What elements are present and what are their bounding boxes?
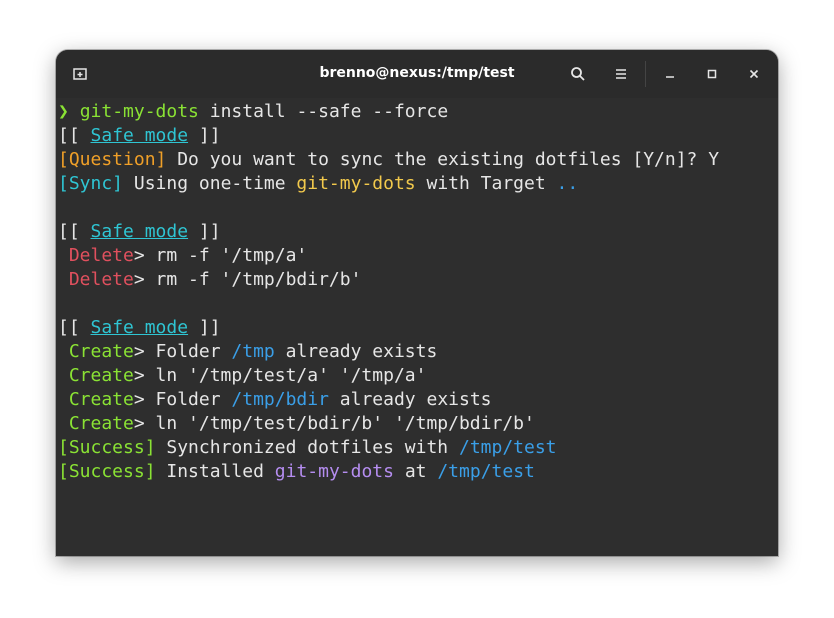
safe-mode-label: Safe mode <box>90 317 189 338</box>
command-args: install --safe --force <box>198 101 449 122</box>
bracket-close: ]] <box>188 125 221 146</box>
delete-line-1: Delete> rm -f '/tmp/a' <box>58 244 307 268</box>
bracket-open: [[ <box>58 317 91 338</box>
bracket-close: ]] <box>188 317 221 338</box>
command-line: ❯ git-my-dots install --safe --force <box>58 100 448 124</box>
question-text: Do you want to sync the existing dotfile… <box>166 149 720 170</box>
success-tag: [Success] <box>58 437 156 458</box>
sync-text-target: with Target <box>415 173 557 194</box>
close-button[interactable] <box>742 62 766 86</box>
create-text: > Folder <box>133 341 232 362</box>
sync-tag: [Sync] <box>58 173 124 194</box>
prompt-glyph: ❯ <box>58 101 69 122</box>
success-tag: [Success] <box>58 461 156 482</box>
delete-tag: Delete <box>58 269 134 290</box>
delete-tag: Delete <box>58 245 134 266</box>
create-text-suffix: already exists <box>328 389 492 410</box>
create-line-2: Create> ln '/tmp/test/a' '/tmp/a' <box>58 364 427 388</box>
bracket-open: [[ <box>58 221 91 242</box>
sync-tool-name: git-my-dots <box>296 173 416 194</box>
safe-mode-header-3: [[ Safe mode ]] <box>58 316 221 340</box>
success-path: /tmp/test <box>437 461 535 482</box>
bracket-open: [[ <box>58 125 91 146</box>
create-tag: Create <box>58 389 134 410</box>
question-line: [Question] Do you want to sync the exist… <box>58 148 719 172</box>
safe-mode-label: Safe mode <box>90 125 189 146</box>
sync-line: [Sync] Using one-time git-my-dots with T… <box>58 172 578 196</box>
maximize-icon <box>707 69 717 79</box>
question-tag: [Question] <box>58 149 167 170</box>
success-text-at: at <box>393 461 438 482</box>
maximize-button[interactable] <box>700 62 724 86</box>
create-text: > ln '/tmp/test/a' '/tmp/a' <box>133 365 427 386</box>
success-path: /tmp/test <box>458 437 557 458</box>
create-text-suffix: already exists <box>274 341 438 362</box>
success-text: Synchronized dotfiles with <box>155 437 459 458</box>
delete-line-2: Delete> rm -f '/tmp/bdir/b' <box>58 268 362 292</box>
hamburger-menu-icon <box>616 69 626 79</box>
success-line-2: [Success] Installed git-my-dots at /tmp/… <box>58 460 535 484</box>
command-program: git-my-dots <box>79 101 199 122</box>
create-tag: Create <box>58 365 134 386</box>
safe-mode-label: Safe mode <box>90 221 189 242</box>
safe-mode-header-2: [[ Safe mode ]] <box>58 220 221 244</box>
create-text: > ln '/tmp/test/bdir/b' '/tmp/bdir/b' <box>133 413 535 434</box>
sync-text: Using one-time <box>123 173 297 194</box>
titlebar-separator <box>645 61 646 87</box>
create-tag: Create <box>58 341 134 362</box>
menu-button[interactable] <box>609 62 633 86</box>
create-path: /tmp <box>231 341 275 362</box>
success-line-1: [Success] Synchronized dotfiles with /tm… <box>58 436 557 460</box>
create-line-1: Create> Folder /tmp already exists <box>58 340 438 364</box>
delete-text: > rm -f '/tmp/a' <box>133 245 308 266</box>
create-text: > Folder <box>133 389 232 410</box>
minimize-button[interactable] <box>658 62 682 86</box>
create-line-4: Create> ln '/tmp/test/bdir/b' '/tmp/bdir… <box>58 412 535 436</box>
create-path: /tmp/bdir <box>231 389 329 410</box>
terminal-output[interactable]: ❯ git-my-dots install --safe --force [[ … <box>56 98 778 556</box>
minimize-icon <box>666 76 674 78</box>
close-icon <box>749 69 759 79</box>
titlebar: brenno@nexus:/tmp/test <box>56 50 778 99</box>
bracket-close: ]] <box>188 221 221 242</box>
terminal-window: brenno@nexus:/tmp/test ❯ git-my-dots ins… <box>56 50 778 556</box>
sync-target-path: .. <box>556 173 579 194</box>
success-text: Installed <box>155 461 275 482</box>
create-line-3: Create> Folder /tmp/bdir already exists <box>58 388 492 412</box>
search-icon <box>571 67 585 81</box>
success-tool-name: git-my-dots <box>274 461 394 482</box>
create-tag: Create <box>58 413 134 434</box>
search-button[interactable] <box>566 62 590 86</box>
safe-mode-header-1: [[ Safe mode ]] <box>58 124 221 148</box>
delete-text: > rm -f '/tmp/bdir/b' <box>133 269 362 290</box>
